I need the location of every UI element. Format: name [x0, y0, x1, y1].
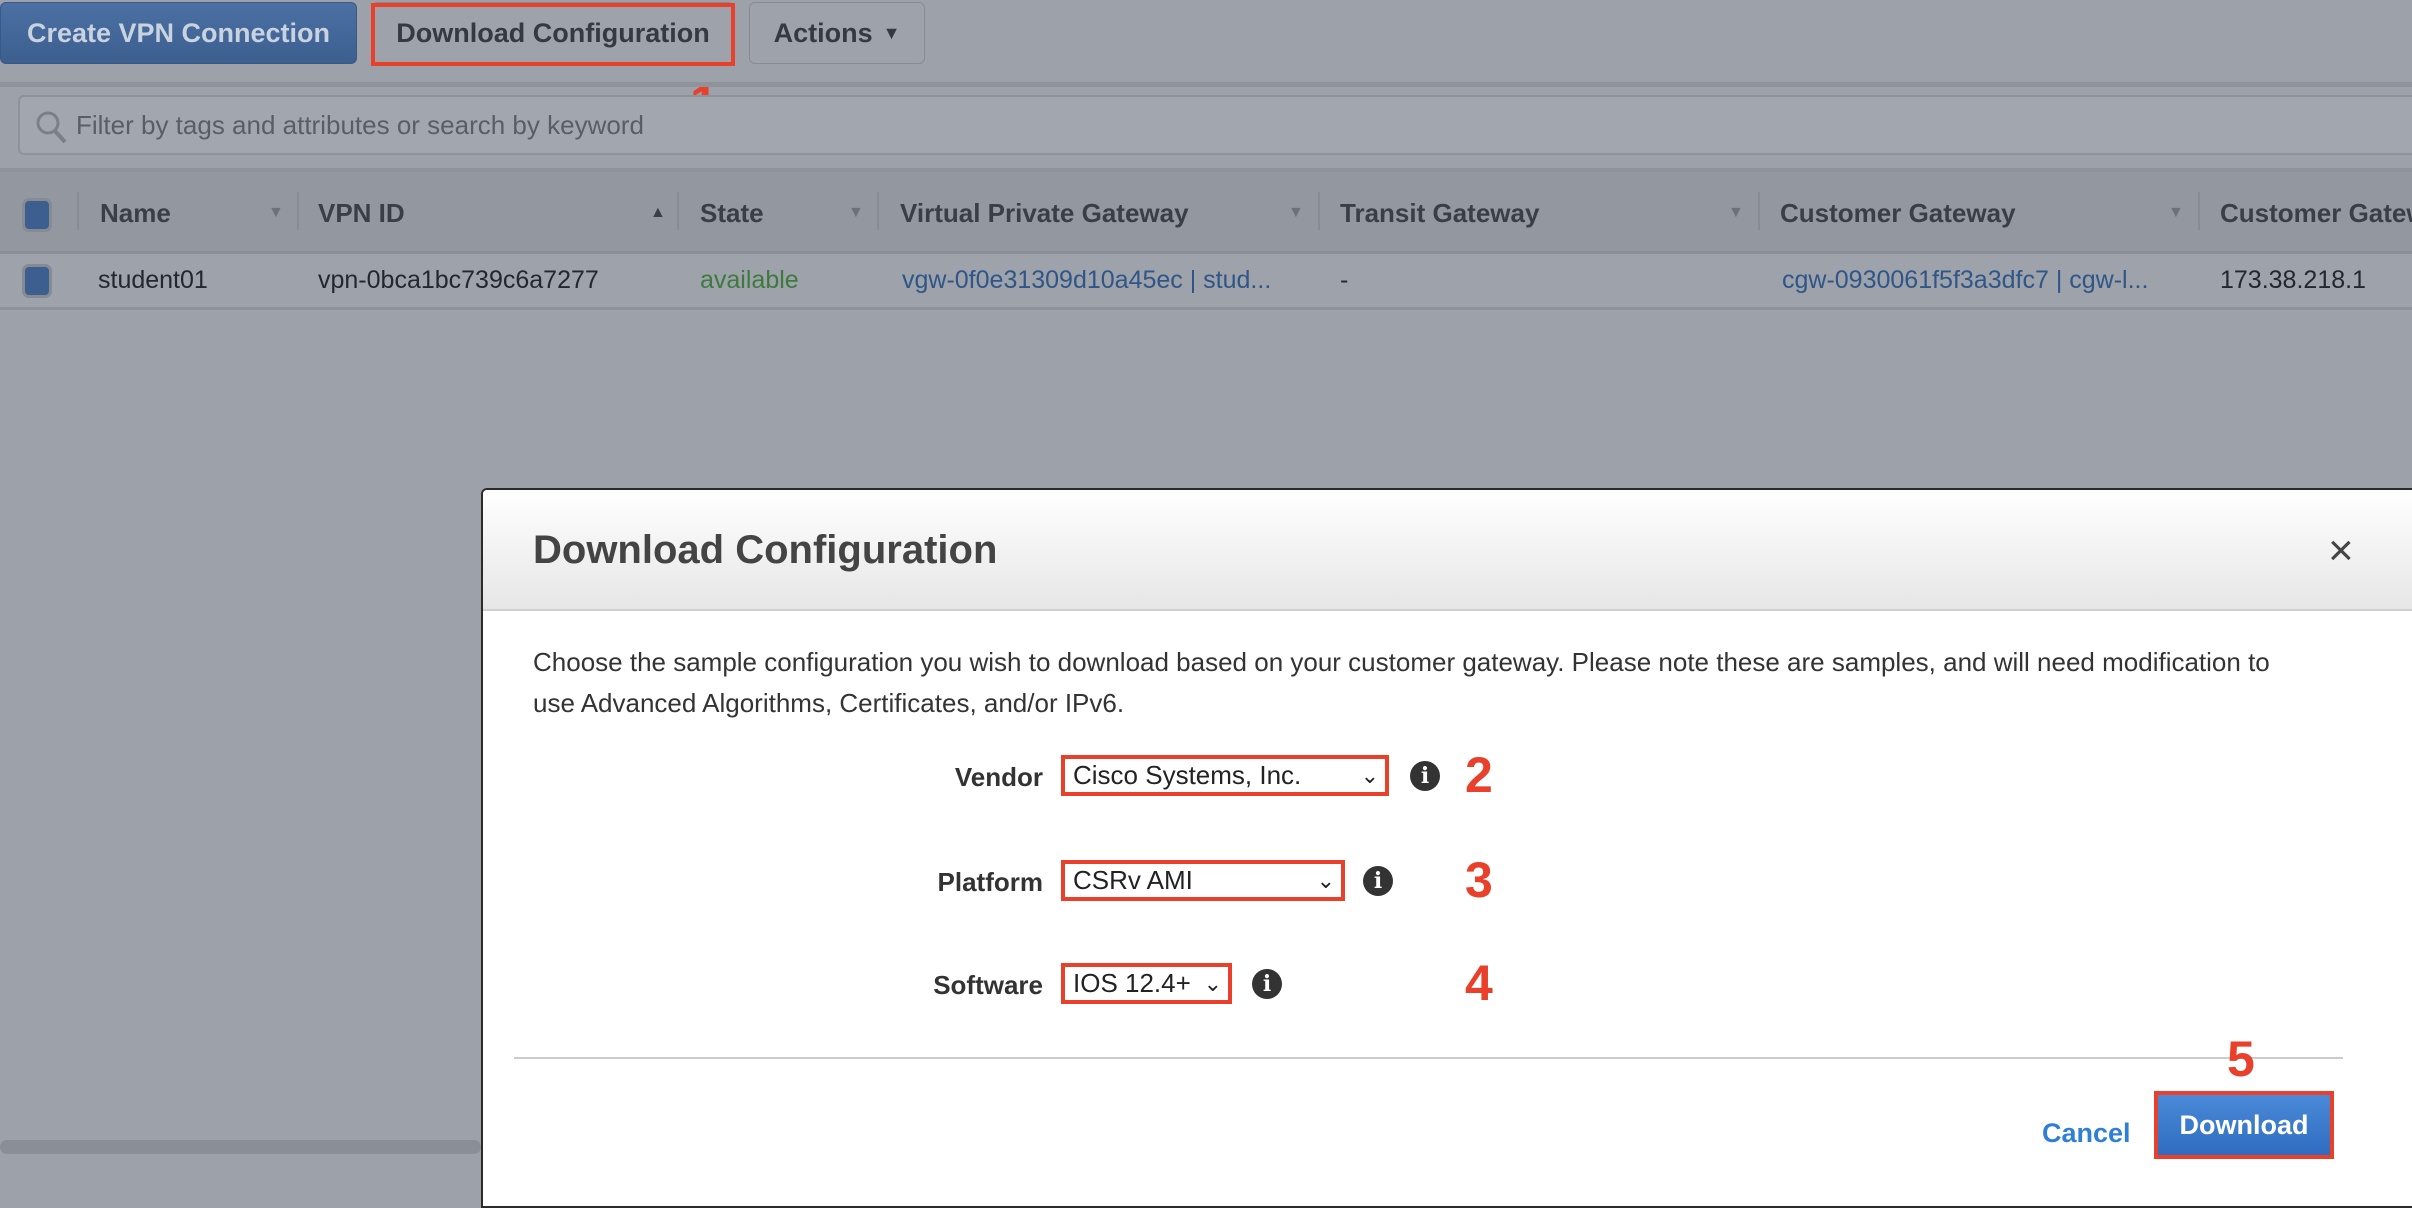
- download-configuration-dialog: Download Configuration × Choose the samp…: [481, 488, 2412, 1208]
- chevron-down-icon: ⌄: [1316, 867, 1335, 893]
- actions-label: Actions: [773, 17, 873, 48]
- cell-state: available: [700, 266, 799, 294]
- cell-customer-gateway-address: 173.38.218.1: [2220, 266, 2366, 294]
- close-icon[interactable]: ×: [2328, 526, 2354, 576]
- divider: [0, 82, 2412, 87]
- sort-up-icon[interactable]: ▲: [650, 204, 666, 222]
- chevron-down-icon: ⌄: [1203, 970, 1222, 996]
- select-all-checkbox[interactable]: [22, 198, 52, 232]
- search-icon: [36, 111, 67, 144]
- column-separator: [1318, 192, 1320, 230]
- cell-virtual-private-gateway-link[interactable]: vgw-0f0e31309d10a45ec | stud...: [902, 266, 1271, 295]
- column-separator: [2198, 192, 2200, 230]
- software-label: Software: [933, 970, 1043, 1000]
- annotation-number-2: 2: [1465, 747, 1493, 803]
- cell-customer-gateway-link[interactable]: cgw-0930061f5f3a3dfc7 | cgw-l...: [1782, 266, 2148, 295]
- chevron-down-icon: ⌄: [1360, 762, 1379, 788]
- cancel-button[interactable]: Cancel: [2042, 1118, 2131, 1149]
- sort-down-icon[interactable]: ▼: [1728, 204, 1744, 222]
- chevron-down-icon: ▼: [882, 22, 901, 43]
- vendor-select[interactable]: Cisco Systems, Inc. ⌄: [1061, 755, 1389, 796]
- annotation-box-1: [371, 3, 735, 66]
- cell-transit-gateway: -: [1340, 266, 1349, 294]
- annotation-number-4: 4: [1465, 955, 1493, 1011]
- info-icon[interactable]: i: [1410, 761, 1440, 791]
- vendor-label: Vendor: [954, 762, 1043, 792]
- table-header: Name ▼ VPN ID ▲ State ▼ Virtual Private …: [0, 168, 2412, 254]
- table-row[interactable]: student01 vpn-0bca1bc739c6a7277 availabl…: [0, 254, 2412, 310]
- column-header-virtual-private-gateway[interactable]: Virtual Private Gateway: [900, 198, 1189, 229]
- annotation-number-3: 3: [1465, 852, 1493, 908]
- column-header-state[interactable]: State: [700, 198, 764, 229]
- annotation-number-5: 5: [2227, 1031, 2255, 1087]
- column-separator: [77, 192, 79, 230]
- platform-value: CSRv AMI: [1073, 865, 1193, 895]
- sort-down-icon[interactable]: ▼: [848, 204, 864, 222]
- sort-down-icon[interactable]: ▼: [1288, 204, 1304, 222]
- create-vpn-connection-button[interactable]: Create VPN Connection: [0, 2, 357, 64]
- column-header-transit-gateway[interactable]: Transit Gateway: [1340, 198, 1539, 229]
- dialog-title: Download Configuration: [533, 528, 998, 572]
- column-separator: [877, 192, 879, 230]
- cell-name: student01: [98, 266, 208, 294]
- search-input[interactable]: Filter by tags and attributes or search …: [18, 95, 2412, 155]
- software-value: IOS 12.4+: [1073, 968, 1191, 998]
- column-header-customer-gateway[interactable]: Customer Gateway: [1780, 198, 2016, 229]
- platform-label: Platform: [937, 867, 1043, 897]
- download-button[interactable]: Download: [2154, 1091, 2334, 1159]
- column-header-name[interactable]: Name: [100, 198, 171, 229]
- info-icon[interactable]: i: [1252, 969, 1282, 999]
- actions-button[interactable]: Actions ▼: [749, 2, 925, 64]
- column-separator: [677, 192, 679, 230]
- software-select[interactable]: IOS 12.4+ ⌄: [1061, 963, 1232, 1004]
- column-separator: [1758, 192, 1760, 230]
- cell-vpn-id: vpn-0bca1bc739c6a7277: [318, 266, 599, 294]
- sort-down-icon[interactable]: ▼: [2168, 204, 2184, 222]
- column-header-customer-gateway-address[interactable]: Customer Gatew: [2220, 198, 2412, 229]
- footer-divider: [514, 1057, 2343, 1059]
- dialog-header: Download Configuration ×: [483, 490, 2412, 611]
- column-header-vpn-id[interactable]: VPN ID: [318, 198, 405, 229]
- dialog-description: Choose the sample configuration you wish…: [533, 647, 2270, 718]
- sort-down-icon[interactable]: ▼: [268, 204, 284, 222]
- search-placeholder: Filter by tags and attributes or search …: [76, 109, 644, 140]
- column-separator: [297, 192, 299, 230]
- horizontal-scrollbar[interactable]: [0, 1140, 481, 1154]
- info-icon[interactable]: i: [1363, 866, 1393, 896]
- vendor-value: Cisco Systems, Inc.: [1073, 760, 1302, 790]
- row-checkbox[interactable]: [22, 264, 52, 298]
- platform-select[interactable]: CSRv AMI ⌄: [1061, 860, 1345, 901]
